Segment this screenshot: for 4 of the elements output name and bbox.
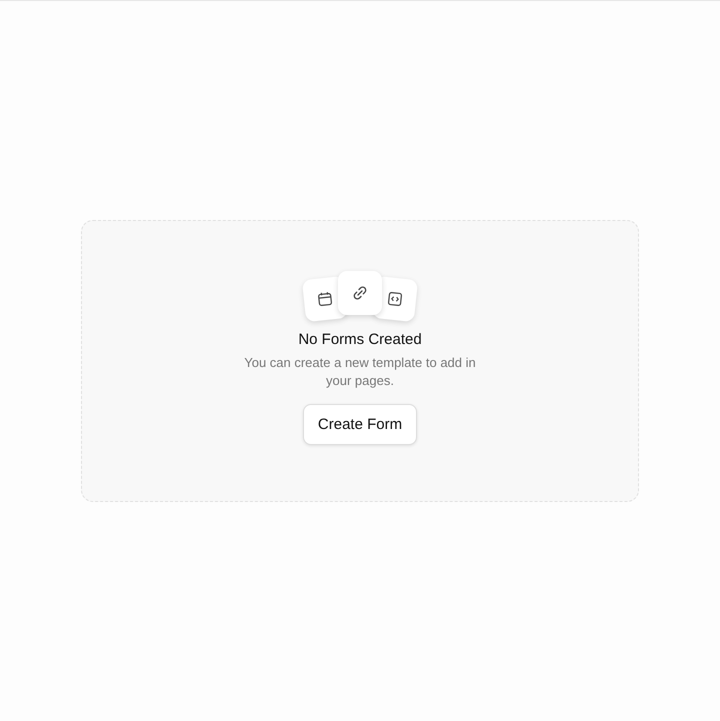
link-icon — [338, 271, 382, 315]
create-form-button[interactable]: Create Form — [302, 404, 418, 445]
empty-state-title: No Forms Created — [298, 331, 422, 348]
empty-state-description: You can create a new template to add in your pages. — [243, 354, 477, 390]
